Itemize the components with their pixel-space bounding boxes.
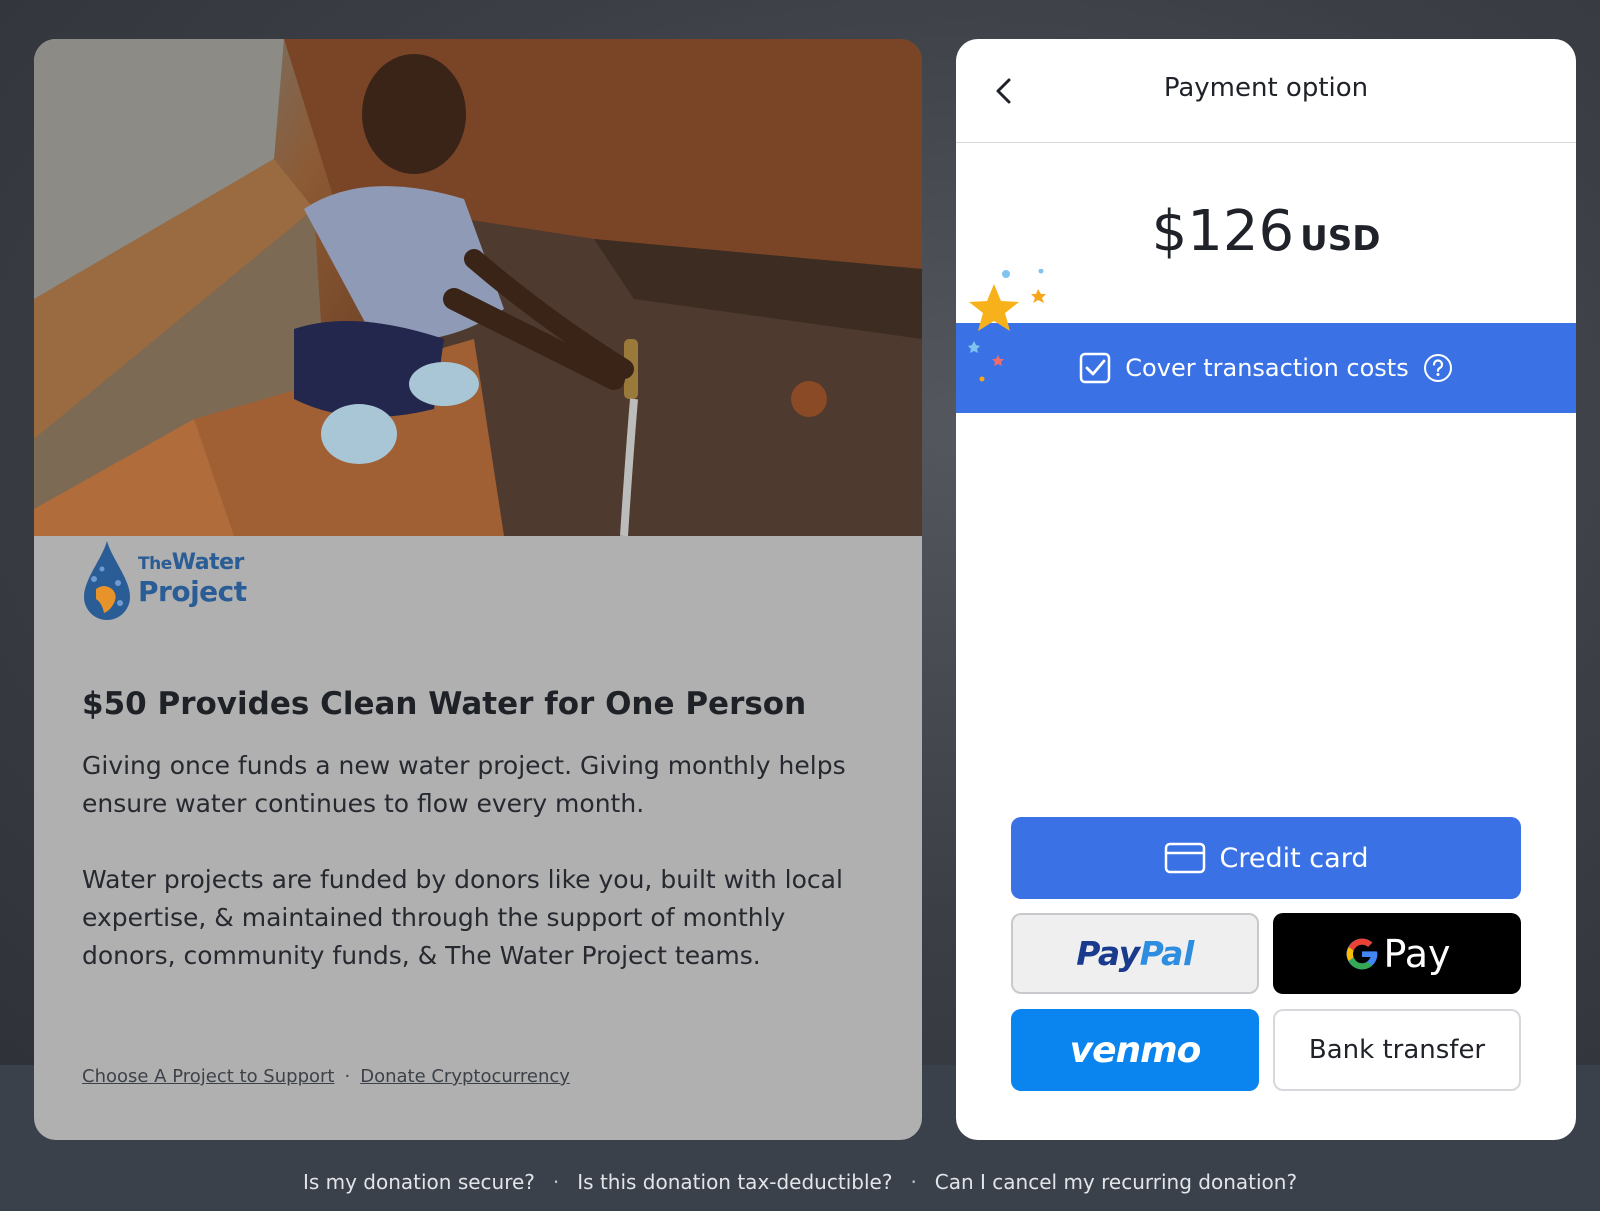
google-pay-button[interactable]: Pay [1273, 913, 1521, 994]
footer-separator: · [552, 1170, 560, 1194]
google-g-icon [1346, 938, 1377, 969]
paypal-logo: PayPal [1076, 934, 1194, 973]
payment-title: Payment option [1163, 73, 1369, 103]
logo-wordmark: TheWater Project [138, 550, 247, 608]
paypal-button[interactable]: PayPal [1011, 913, 1259, 994]
campaign-title: $50 Provides Clean Water for One Person [82, 686, 807, 722]
faq-secure-link[interactable]: Is my donation secure? [303, 1170, 535, 1194]
credit-card-label: Credit card [1219, 842, 1369, 874]
venmo-logo: venmo [1069, 1029, 1202, 1071]
footer-separator: · [910, 1170, 917, 1194]
payment-header: Payment option [956, 39, 1576, 143]
water-drop-logo-icon [84, 541, 130, 620]
bank-transfer-button[interactable]: Bank transfer [1273, 1009, 1521, 1091]
google-pay-logo: Pay [1344, 932, 1450, 976]
faq-cancel-recurring-link[interactable]: Can I cancel my recurring donation? [935, 1170, 1297, 1194]
amount-value: $126 [1151, 199, 1295, 264]
payment-panel: Payment option $126 USD Cover transaction… [956, 39, 1576, 1140]
campaign-photo-illustration [34, 39, 922, 536]
donation-amount: $126 USD [956, 199, 1576, 264]
campaign-photo [34, 39, 922, 536]
faq-tax-deductible-link[interactable]: Is this donation tax-deductible? [577, 1170, 892, 1194]
credit-card-icon [1164, 842, 1205, 874]
campaign-paragraph-2: Water projects are funded by donors like… [82, 865, 843, 970]
bank-transfer-label: Bank transfer [1308, 1035, 1486, 1065]
water-project-logo: TheWater Project [82, 535, 262, 625]
campaign-paragraph-1: Giving once funds a new water project. G… [82, 751, 846, 818]
campaign-links: Choose A Project to Support · Donate Crypt… [82, 1066, 570, 1087]
question-circle-icon[interactable] [1423, 353, 1453, 383]
amount-currency: USD [1300, 219, 1381, 259]
checkbox-checked-icon[interactable] [1079, 352, 1111, 384]
cover-costs-label: Cover transaction costs [1125, 354, 1409, 382]
venmo-button[interactable]: venmo [1011, 1009, 1259, 1091]
choose-project-link[interactable]: Choose A Project to Support [82, 1066, 334, 1087]
celebration-stars-icon [968, 269, 1046, 382]
donate-crypto-link[interactable]: Donate Cryptocurrency [360, 1066, 570, 1087]
campaign-card: TheWater Project $50 Provides Clean Wate… [34, 39, 922, 1140]
faq-footer: Is my donation secure? · Is this donation … [0, 1170, 1600, 1194]
link-separator: · [344, 1066, 351, 1087]
credit-card-button[interactable]: Credit card [1011, 817, 1521, 899]
